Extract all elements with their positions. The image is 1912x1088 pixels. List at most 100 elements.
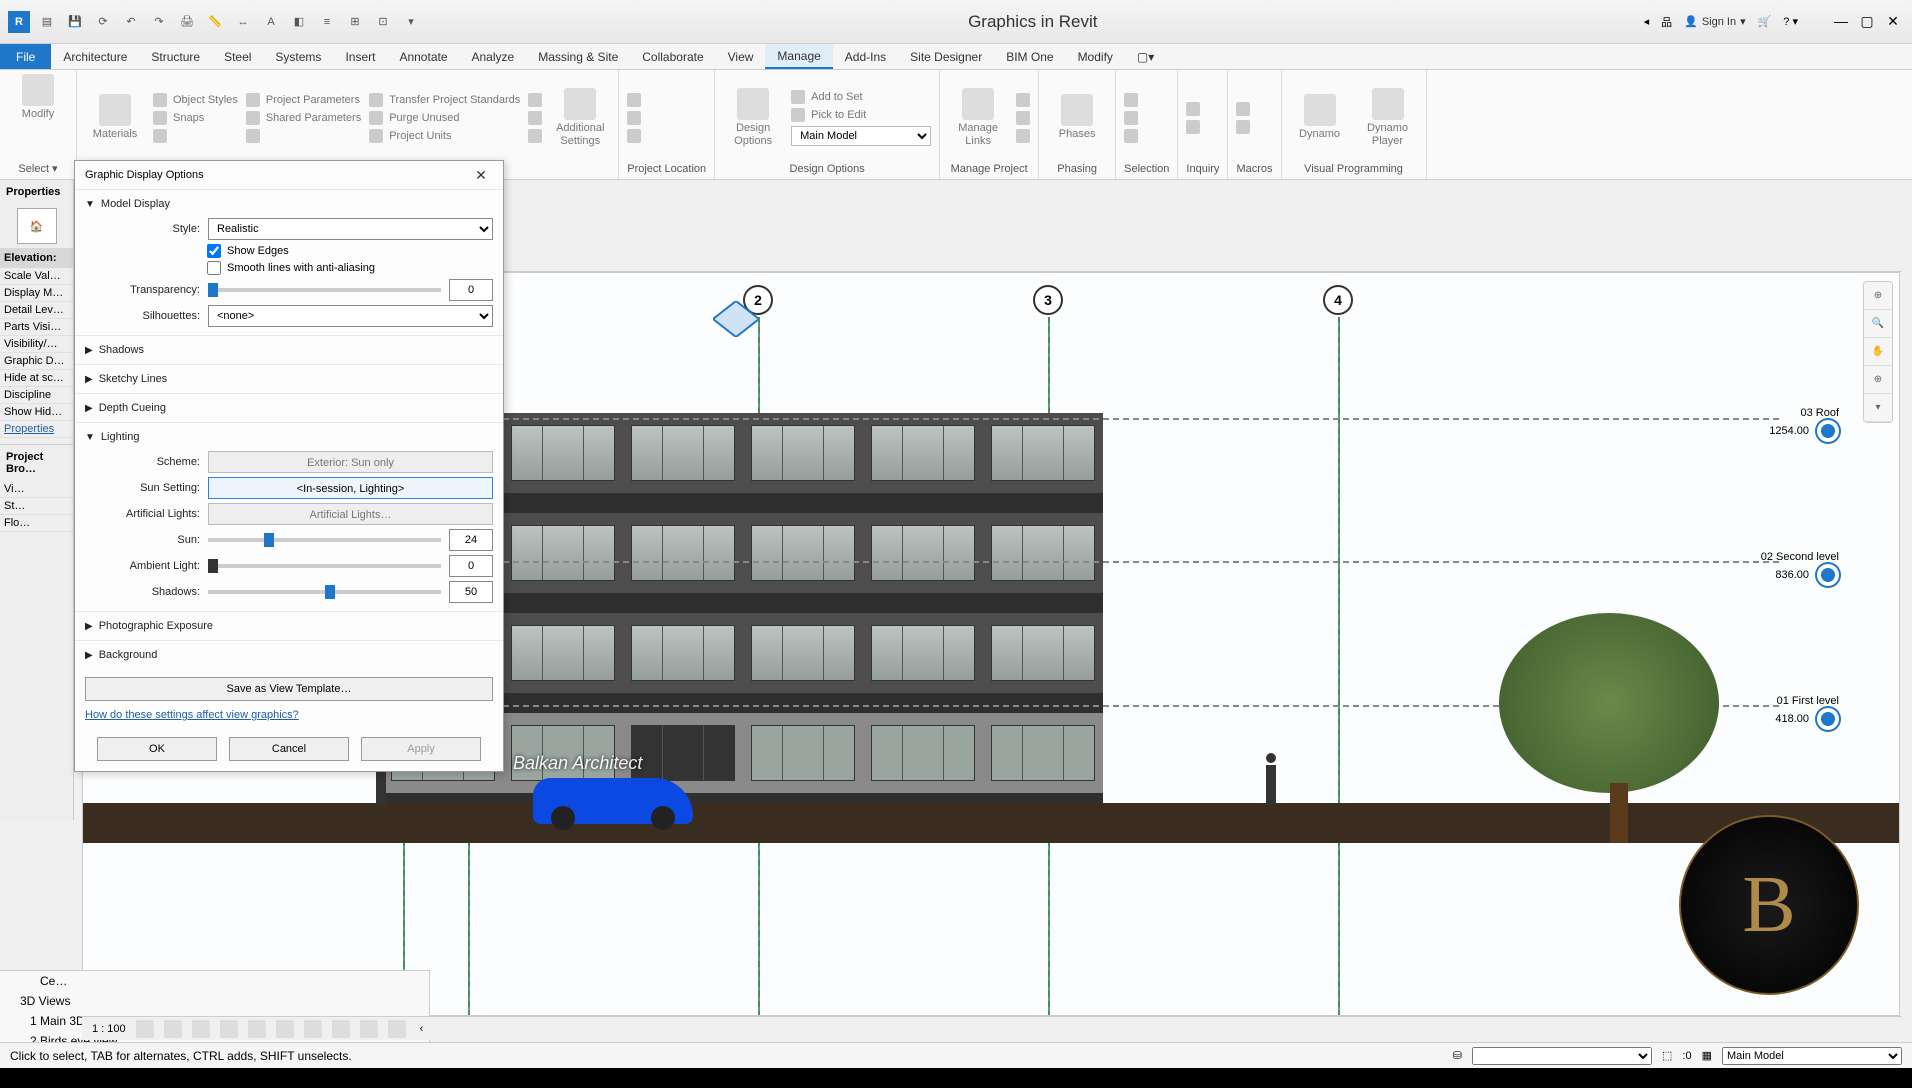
tab-annotate[interactable]: Annotate bbox=[387, 44, 459, 69]
zoom-region-icon[interactable]: 🔍 bbox=[1864, 310, 1892, 338]
transfer-standards[interactable]: Transfer Project Standards bbox=[369, 93, 520, 107]
tab-analyze[interactable]: Analyze bbox=[460, 44, 527, 69]
apply-button[interactable]: Apply bbox=[361, 737, 481, 761]
prop-row[interactable]: Show Hid… bbox=[0, 404, 73, 421]
project-info[interactable] bbox=[153, 129, 238, 143]
silhouettes-select[interactable]: <none> bbox=[208, 305, 493, 327]
tab-insert[interactable]: Insert bbox=[333, 44, 387, 69]
crop-region-icon[interactable] bbox=[304, 1020, 322, 1038]
browser-item[interactable]: St… bbox=[0, 498, 73, 515]
browser-item[interactable]: Vi… bbox=[0, 481, 73, 498]
print-icon[interactable]: 🖨 bbox=[176, 11, 198, 33]
undo-icon[interactable]: ↶ bbox=[120, 11, 142, 33]
sun-slider[interactable] bbox=[208, 538, 441, 542]
grid-bubble[interactable]: 4 bbox=[1323, 285, 1353, 315]
scale-display[interactable]: 1 : 100 bbox=[92, 1023, 126, 1035]
shadows-intensity-input[interactable] bbox=[449, 581, 493, 603]
sun-path-icon[interactable] bbox=[192, 1020, 210, 1038]
purge-unused[interactable]: Purge Unused bbox=[369, 111, 520, 125]
filter-icon[interactable]: ▦ bbox=[1702, 1049, 1712, 1062]
dialog-close-button[interactable]: ✕ bbox=[469, 167, 493, 184]
tag-icon[interactable]: ◧ bbox=[288, 11, 310, 33]
save-as-template-button[interactable]: Save as View Template… bbox=[85, 677, 493, 701]
ambient-input[interactable] bbox=[449, 555, 493, 577]
text-icon[interactable]: A bbox=[260, 11, 282, 33]
browser-3dviews[interactable]: 3D Views bbox=[0, 991, 429, 1011]
maximize-button[interactable]: ▢ bbox=[1856, 13, 1878, 30]
tab-sitedesigner[interactable]: Site Designer bbox=[898, 44, 994, 69]
tab-bimone[interactable]: BIM One bbox=[994, 44, 1065, 69]
dynamo-button[interactable]: Dynamo bbox=[1290, 74, 1350, 161]
style-select[interactable]: Realistic bbox=[208, 218, 493, 240]
add-to-set[interactable]: Add to Set bbox=[791, 90, 931, 104]
prop-row[interactable]: Discipline bbox=[0, 387, 73, 404]
shadows-intensity-slider[interactable] bbox=[208, 590, 441, 594]
object-styles[interactable]: Object Styles bbox=[153, 93, 238, 107]
visual-style-icon[interactable] bbox=[164, 1020, 182, 1038]
minimize-button[interactable]: — bbox=[1830, 13, 1852, 30]
section-background[interactable]: ▶Background bbox=[85, 645, 493, 665]
transparency-input[interactable] bbox=[449, 279, 493, 301]
tab-overflow[interactable]: ▢▾ bbox=[1125, 44, 1166, 69]
browser-item[interactable]: Flo… bbox=[0, 515, 73, 532]
design-options-button[interactable]: Design Options bbox=[723, 74, 783, 161]
prop-row[interactable]: Display M… bbox=[0, 285, 73, 302]
measure-icon[interactable]: 📏 bbox=[204, 11, 226, 33]
project-parameters[interactable]: Project Parameters bbox=[246, 93, 361, 107]
level-marker[interactable]: 02 Second level836.00 bbox=[1761, 549, 1839, 586]
tab-massing[interactable]: Massing & Site bbox=[526, 44, 630, 69]
shadows-icon[interactable] bbox=[220, 1020, 238, 1038]
exchange-icon[interactable]: 🛒 bbox=[1758, 15, 1772, 28]
temporary-hide-icon[interactable] bbox=[360, 1020, 378, 1038]
save-icon[interactable]: 💾 bbox=[64, 11, 86, 33]
keyshot-icon[interactable]: 品 bbox=[1661, 14, 1672, 30]
show-edges-checkbox[interactable] bbox=[207, 244, 221, 258]
prop-row[interactable]: Hide at sc… bbox=[0, 370, 73, 387]
steering-wheel-icon[interactable]: ⊕ bbox=[1864, 282, 1892, 310]
tab-architecture[interactable]: Architecture bbox=[51, 44, 139, 69]
tab-steel[interactable]: Steel bbox=[212, 44, 263, 69]
editable-only-icon[interactable]: ⬚ bbox=[1662, 1049, 1672, 1062]
prop-row[interactable]: Scale Val… bbox=[0, 268, 73, 285]
level-marker[interactable]: 03 Roof1254.00 bbox=[1769, 405, 1839, 442]
help-icon[interactable]: ? ▾ bbox=[1783, 15, 1798, 28]
prop-row[interactable]: Visibility/… bbox=[0, 336, 73, 353]
tab-structure[interactable]: Structure bbox=[139, 44, 212, 69]
dynamo-player-button[interactable]: Dynamo Player bbox=[1358, 74, 1418, 161]
grid-bubble[interactable]: 3 bbox=[1033, 285, 1063, 315]
switch-icon[interactable]: ⊡ bbox=[372, 11, 394, 33]
section-photo-exposure[interactable]: ▶Photographic Exposure bbox=[85, 616, 493, 636]
reveal-icon[interactable] bbox=[388, 1020, 406, 1038]
file-tab[interactable]: File bbox=[0, 44, 51, 69]
prop-row[interactable]: Graphic D… bbox=[0, 353, 73, 370]
revit-logo-icon[interactable]: R bbox=[8, 11, 30, 33]
scroll-left-icon[interactable]: ‹ bbox=[420, 1023, 424, 1035]
workset-select[interactable] bbox=[1472, 1047, 1652, 1065]
sun-input[interactable] bbox=[449, 529, 493, 551]
pick-to-edit[interactable]: Pick to Edit bbox=[791, 108, 931, 122]
cancel-button[interactable]: Cancel bbox=[229, 737, 349, 761]
elevation-type-icon[interactable]: 🏠 bbox=[17, 208, 57, 244]
global-parameters[interactable] bbox=[246, 129, 361, 143]
rendering-icon[interactable] bbox=[248, 1020, 266, 1038]
search-icon[interactable]: ◂ bbox=[1644, 15, 1650, 28]
dialog-help-link[interactable]: How do these settings affect view graphi… bbox=[85, 709, 493, 721]
main-model-select[interactable]: Main Model bbox=[791, 126, 931, 146]
tab-modify[interactable]: Modify bbox=[1066, 44, 1125, 69]
split-icon[interactable]: ⊞ bbox=[344, 11, 366, 33]
browser-item[interactable]: Ce… bbox=[0, 971, 429, 991]
lock-icon[interactable] bbox=[332, 1020, 350, 1038]
ok-button[interactable]: OK bbox=[97, 737, 217, 761]
select-group-label[interactable]: Select ▾ bbox=[8, 162, 68, 175]
position[interactable] bbox=[627, 129, 641, 143]
coordinates[interactable] bbox=[627, 111, 641, 125]
manage-links[interactable]: Manage Links bbox=[948, 74, 1008, 161]
sun-setting-button[interactable]: <In-session, Lighting> bbox=[208, 477, 493, 499]
section-lighting[interactable]: ▼Lighting bbox=[85, 427, 493, 447]
zoom-icon[interactable]: ⊕ bbox=[1864, 366, 1892, 394]
prop-row[interactable]: Parts Visi… bbox=[0, 319, 73, 336]
detail-level-icon[interactable] bbox=[136, 1020, 154, 1038]
tab-collaborate[interactable]: Collaborate bbox=[630, 44, 715, 69]
pan-icon[interactable]: ✋ bbox=[1864, 338, 1892, 366]
shared-parameters[interactable]: Shared Parameters bbox=[246, 111, 361, 125]
